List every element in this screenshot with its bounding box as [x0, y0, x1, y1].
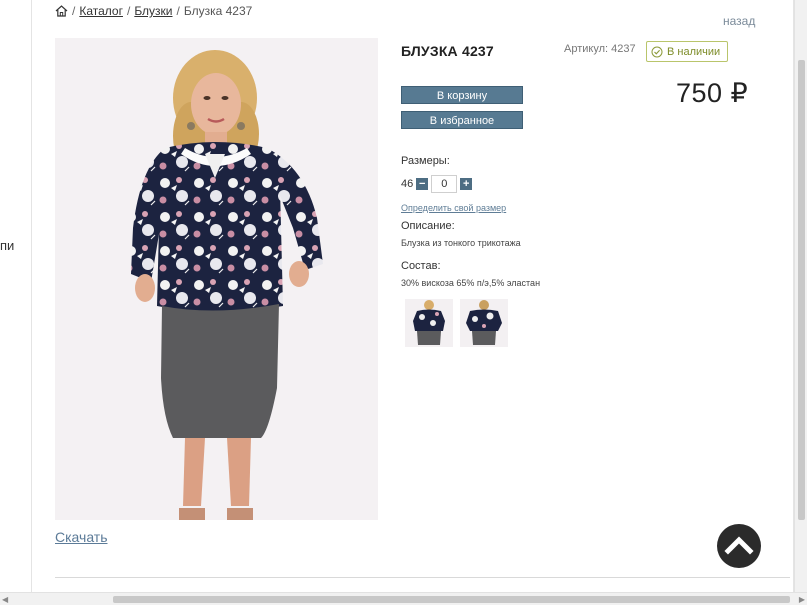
scroll-right-arrow-icon[interactable]: ▶ [799, 595, 805, 604]
thumbnail-image [405, 299, 453, 347]
breadcrumb-blouses-link[interactable]: Блузки [134, 4, 172, 18]
product-page: пи / Каталог / Блузки / Блузка 4237 наза… [0, 0, 807, 605]
scroll-to-top-button[interactable] [717, 524, 761, 568]
quantity-input[interactable]: 0 [431, 175, 458, 193]
stock-badge: В наличии [646, 41, 729, 62]
scroll-left-arrow-icon[interactable]: ◀ [2, 595, 8, 604]
product-photo-illustration [55, 38, 378, 520]
product-thumbnail-2[interactable] [460, 299, 508, 347]
horizontal-scrollbar[interactable]: ◀ ▶ [0, 592, 807, 605]
breadcrumb: / Каталог / Блузки / Блузка 4237 [55, 4, 252, 18]
description-text: Блузка из тонкого трикотажа [401, 238, 521, 248]
cropped-sidebar-text: пи [0, 238, 15, 253]
download-link[interactable]: Скачать [55, 529, 108, 545]
add-to-cart-button[interactable]: В корзину [401, 86, 523, 104]
add-to-favorites-button[interactable]: В избранное [401, 111, 523, 129]
size-guide-link[interactable]: Определить свой размер [401, 203, 506, 213]
composition-label: Состав: [401, 260, 441, 272]
product-thumbnail-1[interactable] [405, 299, 453, 347]
composition-text: 30% вискоза 65% п/э,5% эластан [401, 278, 541, 288]
vertical-scrollbar[interactable] [794, 0, 807, 592]
size-value: 46 [401, 178, 414, 190]
product-main-image[interactable] [55, 38, 378, 520]
chevron-up-icon [724, 536, 754, 555]
description-label: Описание: [401, 220, 455, 232]
decrease-quantity-button[interactable]: − [416, 178, 429, 190]
sizes-label: Размеры: [401, 155, 450, 167]
home-icon[interactable] [55, 5, 68, 17]
size-selector: 46 − 0 + [401, 175, 473, 193]
breadcrumb-catalog-link[interactable]: Каталог [79, 4, 123, 18]
product-title: БЛУЗКА 4237 [401, 43, 494, 59]
increase-quantity-button[interactable]: + [460, 178, 473, 190]
footer-divider [55, 577, 790, 578]
product-price: 750 ₽ [676, 78, 749, 108]
vertical-scroll-thumb[interactable] [798, 60, 805, 520]
thumbnail-image [460, 299, 508, 347]
product-sku: Артикул: 4237 [564, 43, 636, 55]
back-link[interactable]: назад [723, 14, 755, 28]
breadcrumb-separator: / [126, 4, 131, 18]
breadcrumb-current: Блузка 4237 [183, 4, 253, 18]
stock-label: В наличии [667, 45, 721, 58]
check-circle-icon [651, 46, 663, 57]
horizontal-scroll-thumb[interactable] [113, 596, 790, 603]
left-border [31, 0, 32, 592]
breadcrumb-separator: / [72, 4, 76, 18]
breadcrumb-separator: / [176, 4, 180, 18]
